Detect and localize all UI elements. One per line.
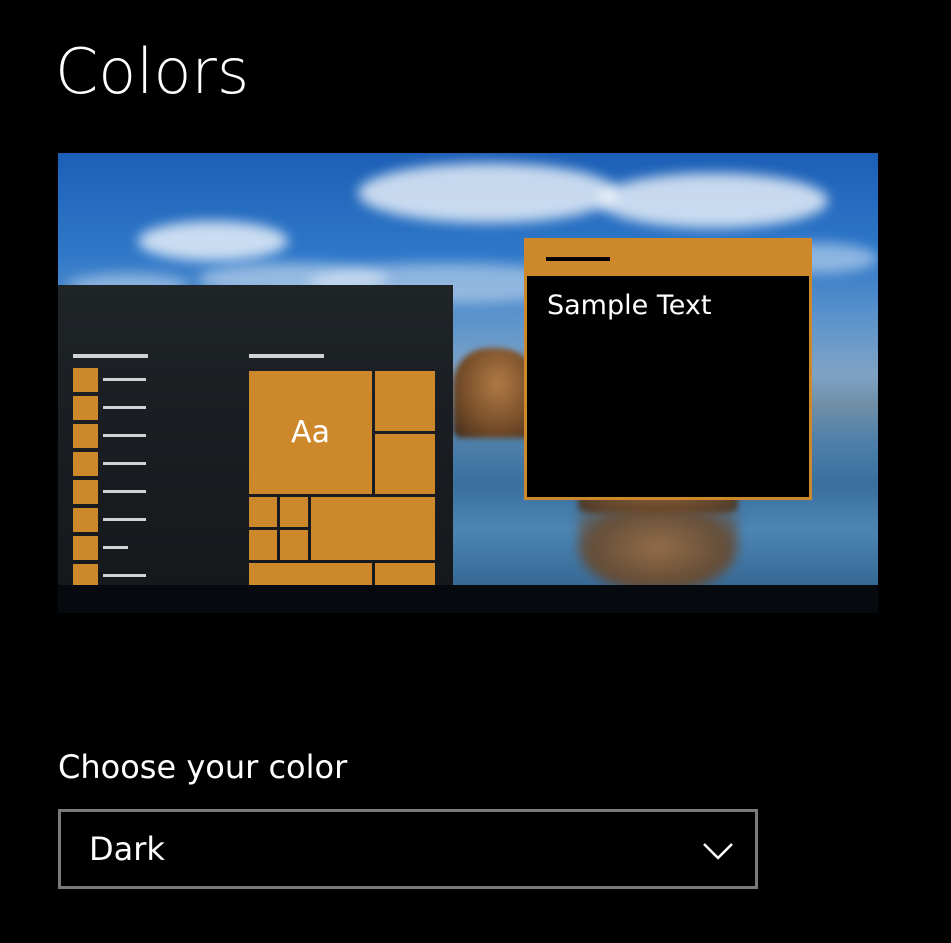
- taskbar-preview: [58, 585, 878, 613]
- app-list-line: [103, 546, 128, 549]
- tile: [375, 563, 435, 585]
- app-list-line: [103, 378, 146, 381]
- wide-tile: [311, 497, 435, 560]
- app-list-line: [103, 574, 146, 577]
- theme-preview: Aa Sample Text: [58, 153, 878, 613]
- window-body: Sample Text: [527, 276, 809, 497]
- sample-window-preview: Sample Text: [524, 238, 812, 500]
- app-list-icon: [73, 452, 98, 476]
- start-menu-preview: Aa: [58, 285, 453, 585]
- choose-color-label: Choose your color: [58, 748, 348, 786]
- app-list-line: [103, 406, 146, 409]
- tile: [249, 563, 372, 585]
- color-mode-dropdown[interactable]: Dark: [58, 809, 758, 889]
- cloud: [138, 221, 288, 261]
- tile: [280, 497, 308, 527]
- start-menu-header-line: [73, 354, 148, 358]
- rock-reflection: [578, 503, 738, 593]
- cloud: [358, 163, 618, 223]
- app-list-line: [103, 462, 146, 465]
- app-list-icon: [73, 508, 98, 532]
- cloud: [598, 173, 828, 228]
- large-tile: Aa: [249, 371, 372, 494]
- sample-text: Sample Text: [547, 290, 712, 321]
- app-list-icon: [73, 368, 98, 392]
- app-list-icon: [73, 564, 98, 585]
- tile: [375, 434, 435, 494]
- tile: [280, 530, 308, 560]
- tile-label: Aa: [291, 415, 330, 450]
- window-title-line: [546, 257, 610, 261]
- app-list-icon: [73, 424, 98, 448]
- app-list-line: [103, 490, 146, 493]
- chevron-down-icon: [703, 843, 733, 860]
- tile: [249, 497, 277, 527]
- page-title: Colors: [55, 35, 250, 108]
- tile: [249, 530, 277, 560]
- app-list-line: [103, 518, 146, 521]
- dropdown-selected-value: Dark: [89, 830, 165, 868]
- app-list-icon: [73, 396, 98, 420]
- app-list-line: [103, 434, 146, 437]
- start-menu-tiles-header-line: [249, 354, 324, 358]
- app-list-icon: [73, 536, 98, 560]
- app-list-icon: [73, 480, 98, 504]
- tile: [375, 371, 435, 431]
